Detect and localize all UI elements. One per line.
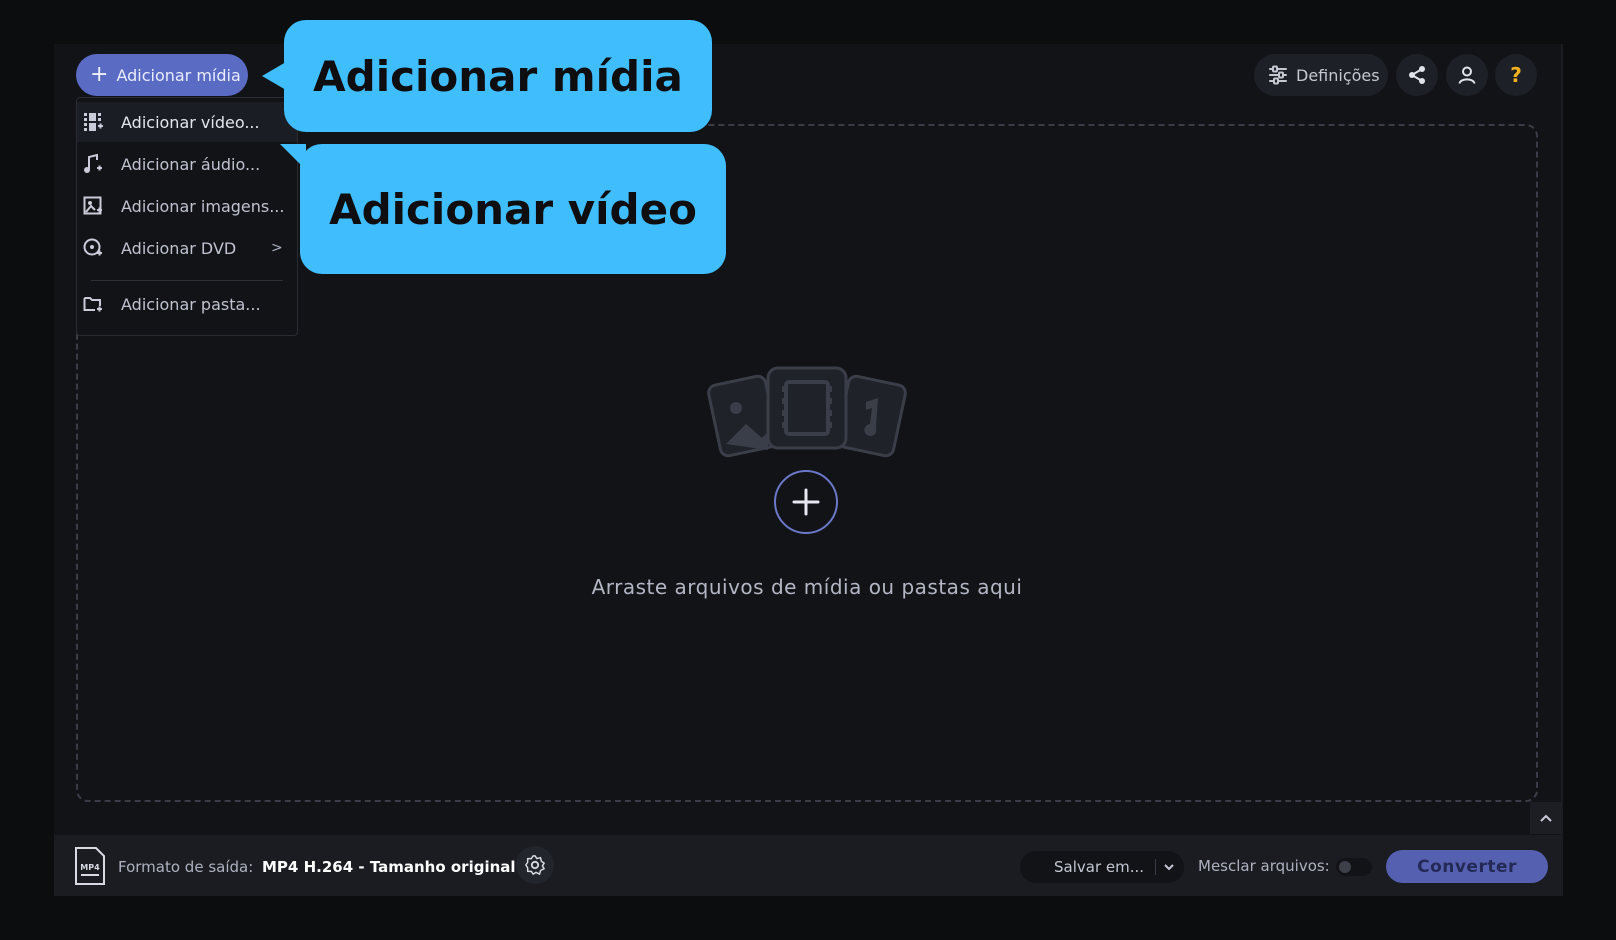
save-to-label: Salvar em... <box>1054 858 1145 876</box>
image-icon <box>83 196 102 215</box>
toggle-knob <box>1339 861 1351 873</box>
chevron-right-icon: > <box>271 240 283 256</box>
share-icon <box>1409 66 1425 84</box>
menu-item-label: Adicionar imagens... <box>121 196 285 216</box>
menu-item-add-images[interactable]: Adicionar imagens... <box>77 186 297 226</box>
share-button[interactable] <box>1396 54 1438 96</box>
chevron-up-icon <box>1540 814 1552 822</box>
chevron-down-icon[interactable] <box>1163 857 1175 877</box>
account-button[interactable] <box>1446 54 1488 96</box>
format-settings-button[interactable] <box>516 846 554 884</box>
menu-item-label: Adicionar DVD <box>121 238 237 258</box>
sliders-icon <box>1269 65 1287 85</box>
drop-zone-hint: Arraste arquivos de mídia ou pastas aqui <box>591 575 1023 599</box>
media-illustration-icon <box>707 366 907 458</box>
menu-item-add-dvd[interactable]: Adicionar DVD > <box>77 228 297 268</box>
output-format-label: Formato de saída: <box>118 858 254 876</box>
divider <box>1155 859 1156 875</box>
convert-button[interactable]: Converter <box>1386 850 1548 883</box>
add-media-label: Adicionar mídia <box>116 65 241 85</box>
help-button[interactable]: ? <box>1495 54 1537 96</box>
gear-icon <box>525 855 545 875</box>
folder-add-icon <box>83 297 102 312</box>
question-mark-icon: ? <box>1510 63 1522 87</box>
add-files-plus-button[interactable] <box>774 470 838 534</box>
menu-divider <box>91 280 283 281</box>
plus-icon: + <box>90 62 109 87</box>
merge-files-toggle[interactable] <box>1336 858 1372 876</box>
scroll-up-button[interactable] <box>1530 802 1562 834</box>
callout-add-media: Adicionar mídia <box>284 20 712 132</box>
mp4-file-icon[interactable]: MP4 <box>74 846 106 886</box>
dvd-icon <box>83 238 102 256</box>
menu-item-add-audio[interactable]: Adicionar áudio... <box>77 144 297 184</box>
format-icon-text: MP4 <box>80 863 100 872</box>
menu-item-add-folder[interactable]: Adicionar pasta... <box>77 284 297 324</box>
callout-add-video: Adicionar vídeo <box>300 144 726 274</box>
add-media-button[interactable]: + Adicionar mídia <box>76 54 248 96</box>
menu-item-label: Adicionar pasta... <box>121 294 261 314</box>
user-icon <box>1458 66 1476 84</box>
settings-label: Definições <box>1296 65 1380 85</box>
merge-files-label: Mesclar arquivos: <box>1198 857 1330 875</box>
window-edge <box>1561 44 1563 896</box>
add-media-menu: Adicionar vídeo... Adicionar áudio... Ad… <box>76 97 298 336</box>
callout-pointer <box>262 62 286 90</box>
output-format-value[interactable]: MP4 H.264 - Tamanho original <box>262 858 516 876</box>
menu-item-label: Adicionar áudio... <box>121 154 261 174</box>
video-icon <box>84 113 103 131</box>
menu-item-add-video[interactable]: Adicionar vídeo... <box>77 102 297 142</box>
music-note-icon <box>84 154 102 173</box>
save-to-button[interactable]: Salvar em... <box>1020 851 1184 883</box>
menu-item-label: Adicionar vídeo... <box>121 112 260 132</box>
settings-button[interactable]: Definições <box>1254 54 1388 96</box>
plus-icon <box>792 488 820 516</box>
callout-pointer <box>280 144 306 170</box>
